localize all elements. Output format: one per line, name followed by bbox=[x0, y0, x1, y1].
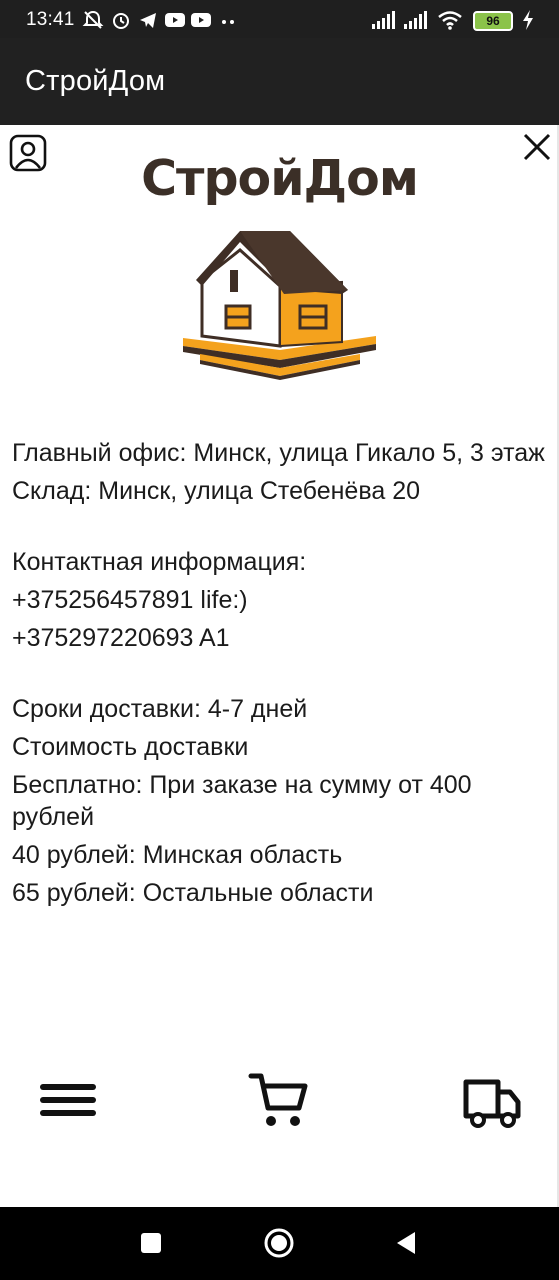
main-office-text: Главный офис: Минск, улица Гикало 5, 3 э… bbox=[12, 439, 545, 467]
app-bar: СтройДом bbox=[0, 38, 559, 125]
status-time: 13:41 bbox=[26, 9, 75, 30]
delivery-cost-title: Стоимость доставки bbox=[12, 733, 249, 761]
bottom-nav bbox=[0, 1062, 559, 1142]
mute-icon bbox=[82, 10, 104, 29]
battery-level: 96 bbox=[486, 14, 500, 28]
signal-icon bbox=[372, 11, 395, 29]
status-bar: 13:41 96 bbox=[0, 0, 559, 38]
delivery-truck-icon[interactable] bbox=[460, 1068, 524, 1132]
alarm-icon bbox=[113, 13, 129, 29]
phone-life[interactable]: +375256457891 life:) bbox=[12, 584, 552, 616]
recents-square-icon[interactable] bbox=[133, 1225, 169, 1261]
wifi-icon bbox=[438, 11, 462, 30]
telegram-icon bbox=[140, 13, 156, 28]
youtube-icon bbox=[191, 13, 211, 27]
system-nav-bar bbox=[0, 1207, 559, 1280]
youtube-icon bbox=[165, 13, 185, 27]
delivery-time-text: Сроки доставки: 4-7 дней bbox=[12, 695, 308, 723]
charging-icon bbox=[523, 10, 533, 30]
home-circle-icon[interactable] bbox=[261, 1225, 297, 1261]
contacts-title: Контактная информация: bbox=[12, 548, 307, 576]
battery-icon: 96 bbox=[473, 11, 513, 31]
more-icon bbox=[222, 20, 234, 24]
warehouse-text: Склад: Минск, улица Стебенёва 20 bbox=[12, 477, 420, 505]
other-regions-text: 65 рублей: Остальные области bbox=[12, 879, 374, 907]
cart-icon[interactable] bbox=[247, 1068, 311, 1132]
logo-text: СтройДом bbox=[141, 150, 419, 207]
signal-icon bbox=[404, 11, 427, 29]
house-logo-icon bbox=[183, 231, 376, 380]
minsk-region-text: 40 рублей: Минская область bbox=[12, 841, 343, 869]
back-triangle-icon[interactable] bbox=[389, 1225, 425, 1261]
menu-icon[interactable] bbox=[36, 1068, 100, 1132]
free-delivery-text: Бесплатно: При заказе на сумму от 400 ру… bbox=[12, 771, 472, 831]
info-block: Главный офис: Минск, улица Гикало 5, 3 э… bbox=[12, 437, 552, 915]
app-title: СтройДом bbox=[25, 65, 166, 97]
phone-a1[interactable]: +375297220693 A1 bbox=[12, 622, 552, 654]
